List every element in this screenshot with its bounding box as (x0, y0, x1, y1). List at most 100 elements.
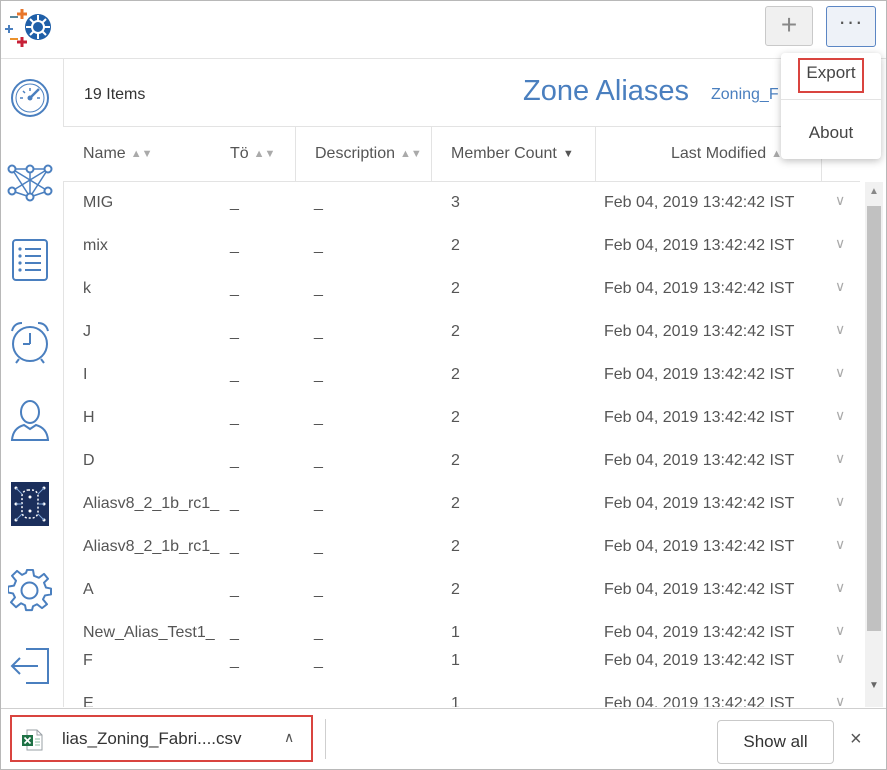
row-expand-chevron-icon[interactable]: ∨ (835, 693, 845, 707)
column-header-type[interactable]: Tö ▲▼ (230, 127, 275, 181)
table-row[interactable]: A _ _ 2 Feb 04, 2019 13:42:42 IST ∨ (63, 569, 860, 612)
cell-last-modified: Feb 04, 2019 13:42:42 IST (604, 581, 795, 598)
cell-description: _ (314, 366, 323, 383)
scroll-up-arrow-icon[interactable]: ▲ (869, 186, 879, 197)
row-expand-chevron-icon[interactable]: ∨ (835, 536, 845, 553)
menu-divider (781, 99, 881, 100)
cell-type: _ (230, 323, 239, 340)
column-header-member-count[interactable]: Member Count ▼ (451, 127, 574, 181)
sidebar-item-list[interactable] (5, 235, 55, 285)
table-row[interactable]: D _ _ 2 Feb 04, 2019 13:42:42 IST ∨ (63, 440, 860, 483)
table-row[interactable]: mix _ _ 2 Feb 04, 2019 13:42:42 IST ∨ (63, 225, 860, 268)
cell-description: _ (314, 280, 323, 297)
row-expand-chevron-icon[interactable]: ∨ (835, 278, 845, 295)
row-expand-chevron-icon[interactable]: ∨ (835, 493, 845, 510)
table-header: Name ▲▼ Tö ▲▼ Description ▲▼ Member Count ▼ … (63, 126, 860, 182)
column-header-name[interactable]: Name ▲▼ (83, 127, 152, 181)
table-row[interactable]: J _ _ 2 Feb 04, 2019 13:42:42 IST ∨ (63, 311, 860, 354)
row-expand-chevron-icon[interactable]: ∨ (835, 650, 845, 667)
cell-type: _ (230, 495, 239, 512)
cell-name: F (83, 652, 93, 669)
logout-icon (10, 648, 49, 684)
cell-description: _ (314, 581, 323, 598)
row-expand-chevron-icon[interactable]: ∨ (835, 622, 845, 639)
cell-name: J (83, 323, 91, 340)
table-row[interactable]: E _ _ 1 Feb 04, 2019 13:42:42 IST ∨ (63, 683, 860, 707)
cell-name: mix (83, 237, 108, 254)
row-expand-chevron-icon[interactable]: ∨ (835, 192, 845, 209)
export-highlight-box (798, 58, 864, 93)
app-window: + ··· 19 Items Zone Aliases Zoning_F Nam… (0, 0, 887, 770)
alarm-clock-icon (11, 322, 49, 364)
sidebar (1, 59, 64, 707)
scrollbar-thumb[interactable] (867, 206, 881, 631)
column-header-description[interactable]: Description ▲▼ (315, 127, 422, 181)
cell-member-count: 2 (451, 323, 460, 340)
sidebar-item-dashboard[interactable] (5, 73, 55, 123)
cell-name: MIG (83, 194, 114, 211)
sidebar-item-users[interactable] (5, 395, 55, 445)
column-header-last-modified[interactable]: Last Modified▲▼ (671, 127, 793, 181)
excel-file-icon (22, 729, 43, 751)
close-icon[interactable]: × (850, 729, 862, 749)
table-scrollbar[interactable]: ▲ ▼ (865, 182, 883, 707)
row-expand-chevron-icon[interactable]: ∨ (835, 407, 845, 424)
row-expand-chevron-icon[interactable]: ∨ (835, 579, 845, 596)
cell-type: _ (230, 237, 239, 254)
cell-member-count: 2 (451, 495, 460, 512)
speedometer-icon (11, 79, 49, 117)
more-options-button[interactable]: ··· (826, 6, 876, 47)
sidebar-item-settings[interactable] (5, 565, 55, 615)
table-row[interactable]: k _ _ 2 Feb 04, 2019 13:42:42 IST ∨ (63, 268, 860, 311)
cell-type: _ (230, 280, 239, 297)
table-row[interactable]: Aliasv8_2_1b_rc1_ _ _ 2 Feb 04, 2019 13:… (63, 483, 860, 526)
cell-last-modified: Feb 04, 2019 13:42:42 IST (604, 366, 795, 383)
sort-icon: ▲▼ (253, 148, 276, 160)
sidebar-item-alarms[interactable] (5, 317, 55, 367)
cell-name: E (83, 695, 94, 707)
table-row[interactable]: MIG _ _ 3 Feb 04, 2019 13:42:42 IST ∨ (63, 182, 860, 225)
row-expand-chevron-icon[interactable]: ∨ (835, 364, 845, 381)
cell-member-count: 1 (451, 652, 460, 669)
cell-last-modified: Feb 04, 2019 13:42:42 IST (604, 409, 795, 426)
row-expand-chevron-icon[interactable]: ∨ (835, 450, 845, 467)
column-resize-handle[interactable] (295, 127, 296, 181)
table-row[interactable]: I _ _ 2 Feb 04, 2019 13:42:42 IST ∨ (63, 354, 860, 397)
sidebar-item-logout[interactable] (5, 641, 55, 691)
cell-last-modified: Feb 04, 2019 13:42:42 IST (604, 538, 795, 555)
items-count: 19 Items (84, 86, 146, 103)
cell-member-count: 2 (451, 452, 460, 469)
add-button[interactable]: + (765, 6, 813, 46)
sort-icon: ▲▼ (400, 148, 422, 160)
scroll-down-arrow-icon[interactable]: ▼ (869, 680, 879, 691)
sidebar-item-topology[interactable] (5, 157, 55, 207)
table-row[interactable]: H _ _ 2 Feb 04, 2019 13:42:42 IST ∨ (63, 397, 860, 440)
column-resize-handle[interactable] (431, 127, 432, 181)
cell-last-modified: Feb 04, 2019 13:42:42 IST (604, 452, 795, 469)
sidebar-item-zoning[interactable] (5, 479, 55, 529)
show-all-button[interactable]: Show all (717, 720, 834, 764)
download-item[interactable]: lias_Zoning_Fabri....csv ∧ (10, 715, 313, 762)
user-icon (10, 400, 50, 441)
table-row[interactable]: Aliasv8_2_1b_rc1_ _ _ 2 Feb 04, 2019 13:… (63, 526, 860, 569)
cell-name: H (83, 409, 95, 426)
column-resize-handle[interactable] (595, 127, 596, 181)
download-file-name: lias_Zoning_Fabri....csv (62, 729, 242, 748)
cell-description: _ (314, 323, 323, 340)
table-row[interactable]: F _ _ 1 Feb 04, 2019 13:42:42 IST ∨ (63, 640, 860, 683)
download-bar-divider (325, 719, 326, 759)
cell-member-count: 2 (451, 409, 460, 426)
tableau-logo-icon (5, 9, 51, 47)
cell-name: I (83, 366, 88, 383)
breadcrumb-fabric-link[interactable]: Zoning_F (711, 86, 786, 104)
row-expand-chevron-icon[interactable]: ∨ (835, 235, 845, 252)
cell-description: _ (314, 538, 323, 555)
cell-member-count: 2 (451, 237, 460, 254)
row-expand-chevron-icon[interactable]: ∨ (835, 321, 845, 338)
cell-member-count: 1 (451, 695, 460, 707)
menu-item-about[interactable]: About (781, 123, 881, 143)
cell-description: _ (314, 194, 323, 211)
cell-member-count: 2 (451, 538, 460, 555)
chevron-up-icon[interactable]: ∧ (284, 729, 294, 746)
gear-icon (8, 568, 52, 612)
